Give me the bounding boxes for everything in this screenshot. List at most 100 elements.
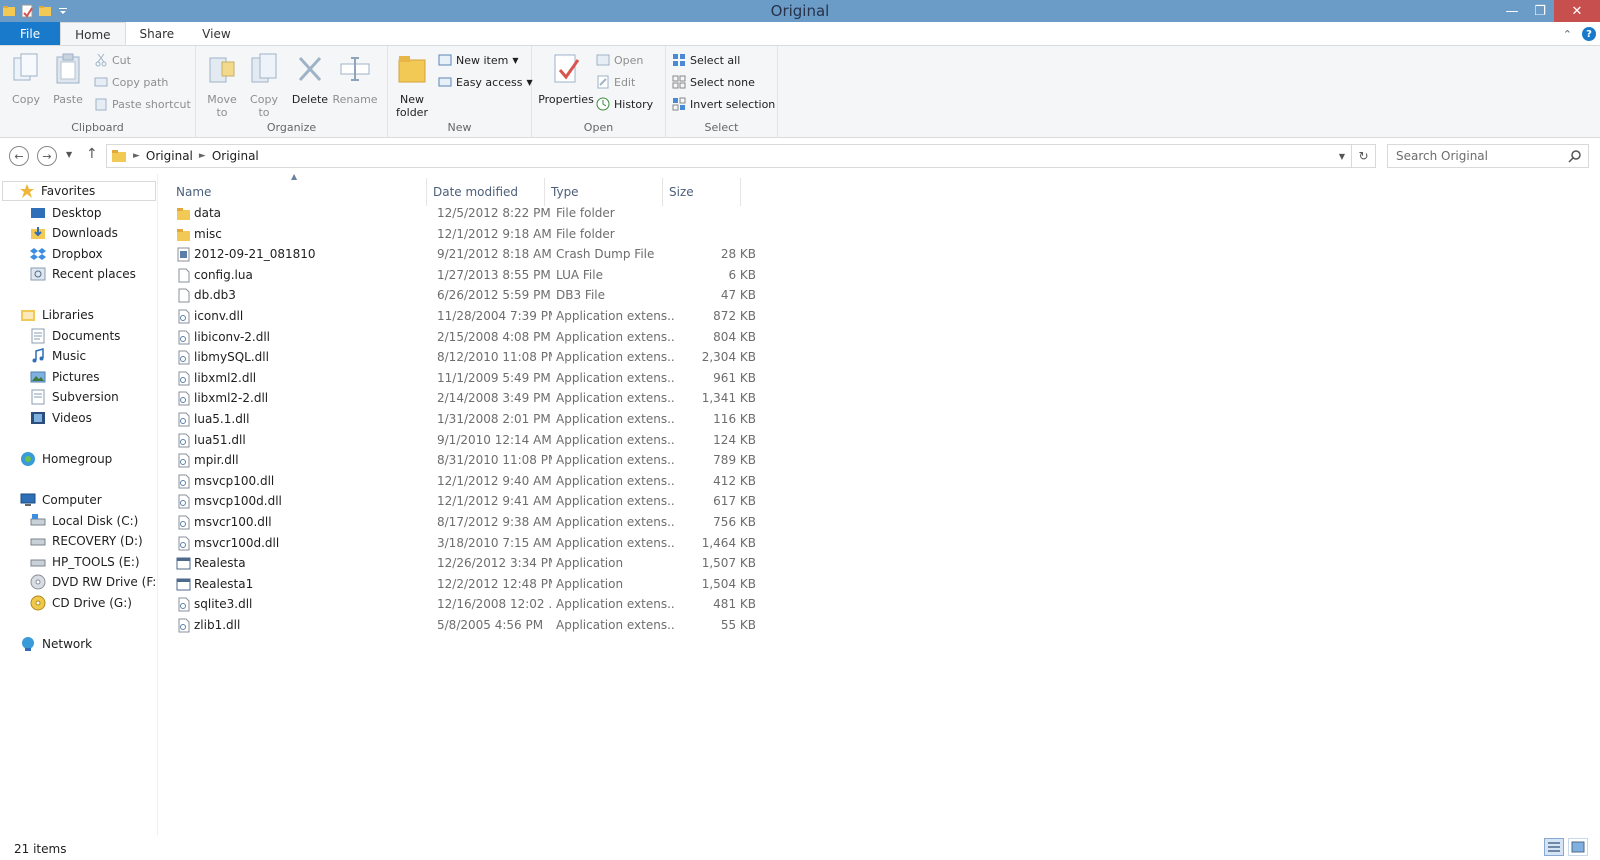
tab-share[interactable]: Share	[126, 22, 189, 45]
table-row[interactable]: libxml2-2.dll 2/14/2008 3:49 PM Applicatio…	[170, 388, 756, 409]
table-row[interactable]: libmySQL.dll 8/12/2010 11:08 PM Applicatio…	[170, 347, 756, 368]
table-row[interactable]: msvcr100.dll 8/17/2012 9:38 AM Application…	[170, 512, 756, 533]
tab-view[interactable]: View	[188, 22, 244, 45]
table-row[interactable]: sqlite3.dll 12/16/2008 12:02 ... Applicati…	[170, 594, 756, 615]
nav-homegroup[interactable]: Homegroup	[20, 449, 112, 469]
delete-button[interactable]: Delete	[290, 52, 330, 106]
file-name: Realesta	[194, 556, 246, 571]
search-icon[interactable]	[1568, 149, 1582, 163]
address-dropdown-icon[interactable]: ▼	[1339, 152, 1345, 161]
cut-button[interactable]: Cut	[94, 50, 131, 70]
large-icons-view-button[interactable]	[1568, 838, 1588, 856]
collapse-ribbon-icon[interactable]: ⌃	[1563, 28, 1572, 41]
file-name: db.db3	[194, 288, 236, 303]
file-name: zlib1.dll	[194, 618, 241, 632]
column-header-size[interactable]: Size	[663, 178, 741, 206]
column-header-type[interactable]: Type	[545, 178, 663, 206]
breadcrumb-separator-icon[interactable]: ►	[133, 151, 140, 161]
move-to-button[interactable]: Move to	[202, 52, 242, 119]
nav-label: Computer	[42, 493, 102, 507]
nav-recovery[interactable]: RECOVERY (D:)	[30, 531, 143, 551]
address-bar[interactable]: ► Original ► Original ▼ ↻	[106, 144, 1376, 168]
tab-file[interactable]: File	[0, 22, 61, 45]
file-date-modified: 12/26/2012 3:34 PM	[437, 556, 552, 571]
nav-label: Homegroup	[42, 452, 113, 466]
table-row[interactable]: misc 12/1/2012 9:18 AM File folder	[170, 224, 750, 245]
table-row[interactable]: msvcp100d.dll 12/1/2012 9:41 AM Applicatio…	[170, 491, 756, 512]
edit-button[interactable]: Edit	[596, 72, 635, 92]
dll-icon	[178, 350, 190, 365]
nav-videos[interactable]: Videos	[30, 408, 92, 428]
table-row[interactable]: iconv.dll 11/28/2004 7:39 PM Application e…	[170, 306, 756, 327]
copy-button[interactable]: Copy	[6, 52, 46, 106]
paste-shortcut-button[interactable]: Paste shortcut	[94, 94, 191, 114]
open-button[interactable]: Open	[596, 50, 643, 70]
nav-favorites[interactable]: Favorites	[2, 181, 156, 201]
table-row[interactable]: lua51.dll 9/1/2010 12:14 AM Application ex…	[170, 430, 756, 451]
up-arrow-icon[interactable]: ↑	[86, 146, 98, 162]
table-row[interactable]: Realesta1 12/2/2012 12:48 PM Application 1,…	[170, 574, 756, 595]
nav-desktop[interactable]: Desktop	[30, 203, 102, 223]
invert-selection-button[interactable]: Invert selection	[672, 94, 775, 114]
column-header-date[interactable]: Date modified	[427, 178, 545, 206]
nav-downloads[interactable]: Downloads	[30, 223, 118, 243]
breadcrumb-item[interactable]: Original	[206, 149, 265, 163]
nav-documents[interactable]: Documents	[30, 326, 120, 346]
properties-button[interactable]: Properties	[538, 52, 594, 106]
breadcrumb-separator-icon[interactable]: ►	[199, 151, 206, 161]
table-row[interactable]: mpir.dll 8/31/2010 11:08 PM Application ex…	[170, 450, 756, 471]
forward-button[interactable]: →	[37, 146, 57, 166]
paste-button[interactable]: Paste	[48, 52, 88, 106]
details-view-button[interactable]	[1544, 838, 1564, 856]
new-item-button[interactable]: New item ▼	[438, 50, 519, 70]
table-row[interactable]: msvcr100d.dll 3/18/2010 7:15 AM Applicatio…	[170, 533, 756, 554]
breadcrumb-item[interactable]: Original	[140, 149, 199, 163]
table-row[interactable]: libxml2.dll 11/1/2009 5:49 PM Application …	[170, 368, 756, 389]
nav-label: CD Drive (G:)	[52, 596, 132, 610]
search-box[interactable]: Search Original	[1387, 144, 1589, 168]
table-row[interactable]: Realesta 12/26/2012 3:34 PM Application 1,5…	[170, 553, 756, 574]
table-row[interactable]: 2012-09-21_081810 9/21/2012 8:18 AM Crash …	[170, 244, 756, 265]
rename-button[interactable]: Rename	[332, 52, 378, 106]
tab-home[interactable]: Home	[60, 22, 126, 45]
column-header-name[interactable]: Name	[170, 178, 427, 206]
nav-music[interactable]: Music	[30, 346, 86, 366]
help-icon[interactable]: ?	[1582, 27, 1596, 41]
select-none-button[interactable]: Select none	[672, 72, 755, 92]
refresh-icon[interactable]: ↻	[1351, 145, 1375, 167]
new-folder-button[interactable]: New folder	[392, 52, 432, 119]
history-button[interactable]: History	[596, 94, 653, 114]
file-name: Realesta1	[194, 576, 254, 591]
nav-network[interactable]: Network	[20, 634, 92, 654]
restore-button[interactable]: ❐	[1526, 0, 1554, 22]
nav-computer[interactable]: Computer	[20, 490, 102, 510]
file-type: Application extens...	[556, 473, 676, 488]
nav-local-disk[interactable]: Local Disk (C:)	[30, 511, 138, 531]
table-row[interactable]: config.lua 1/27/2013 8:55 PM LUA File 6 KB	[170, 265, 756, 286]
table-row[interactable]: libiconv-2.dll 2/15/2008 4:08 PM Applicati…	[170, 327, 756, 348]
recent-locations-icon[interactable]: ▼	[66, 150, 72, 159]
easy-access-button[interactable]: Easy access ▼	[438, 72, 533, 92]
select-all-button[interactable]: Select all	[672, 50, 740, 70]
table-row[interactable]: data 12/5/2012 8:22 PM File folder	[170, 203, 750, 224]
nav-subversion[interactable]: Subversion	[30, 387, 119, 407]
copy-path-button[interactable]: Copy path	[94, 72, 168, 92]
nav-pictures[interactable]: Pictures	[30, 367, 100, 387]
cut-label: Cut	[112, 53, 131, 67]
table-row[interactable]: msvcp100.dll 12/1/2012 9:40 AM Application…	[170, 471, 756, 492]
minimize-button[interactable]: —	[1498, 0, 1526, 22]
nav-recent-places[interactable]: Recent places	[30, 264, 136, 284]
nav-libraries[interactable]: Libraries	[20, 305, 94, 325]
table-row[interactable]: lua5.1.dll 1/31/2008 2:01 PM Application e…	[170, 409, 756, 430]
table-row[interactable]: zlib1.dll 5/8/2005 4:56 PM Application ext…	[170, 615, 756, 636]
new-group: New folder New item ▼ Easy access ▼ New	[388, 46, 533, 138]
back-button[interactable]: ←	[9, 146, 29, 166]
nav-dropbox[interactable]: Dropbox	[30, 244, 103, 264]
search-input[interactable]: Search Original	[1396, 149, 1568, 163]
close-button[interactable]: ✕	[1554, 0, 1600, 22]
nav-dvd-drive[interactable]: DVD RW Drive (F:) W	[30, 572, 157, 592]
nav-cd-drive[interactable]: CD Drive (G:)	[30, 593, 132, 613]
copy-to-button[interactable]: Copy to	[244, 52, 284, 119]
nav-hp-tools[interactable]: HP_TOOLS (E:)	[30, 552, 140, 572]
table-row[interactable]: db.db3 6/26/2012 5:59 PM DB3 File 47 KB	[170, 285, 756, 306]
